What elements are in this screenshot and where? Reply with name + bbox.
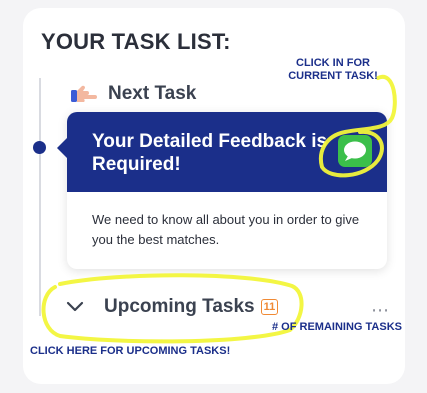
remaining-tasks-badge: 11 bbox=[260, 299, 279, 315]
chevron-down-icon[interactable] bbox=[66, 301, 84, 313]
upcoming-tasks-toggle[interactable]: Upcoming Tasks 11 bbox=[66, 296, 279, 318]
annotation-upcoming-tasks: CLICK HERE FOR UPCOMING TASKS! bbox=[30, 345, 231, 357]
timeline-dot bbox=[33, 141, 46, 154]
current-task-title[interactable]: Your Detailed Feedback is Required! bbox=[92, 130, 332, 176]
current-task-header[interactable]: Your Detailed Feedback is Required! bbox=[57, 112, 387, 192]
card-pointer bbox=[57, 138, 67, 158]
next-task-label: Next Task bbox=[108, 83, 197, 104]
upcoming-tasks-label[interactable]: Upcoming Tasks bbox=[104, 296, 255, 318]
annotation-remaining-tasks: # OF REMAINING TASKS bbox=[272, 321, 402, 333]
pointing-hand-icon bbox=[70, 82, 100, 106]
message-icon[interactable] bbox=[337, 134, 373, 168]
timeline-line bbox=[39, 78, 41, 316]
current-task-card[interactable]: Your Detailed Feedback is Required! We n… bbox=[57, 112, 387, 269]
more-options-icon[interactable]: ⋯ bbox=[371, 300, 390, 321]
current-task-description: We need to know all about you in order t… bbox=[92, 212, 360, 247]
annotation-current-task: CLICK IN FOR CURRENT TASK! bbox=[288, 57, 378, 82]
page-title: YOUR TASK LIST: bbox=[41, 29, 231, 54]
next-task-header: Next Task bbox=[70, 82, 196, 106]
